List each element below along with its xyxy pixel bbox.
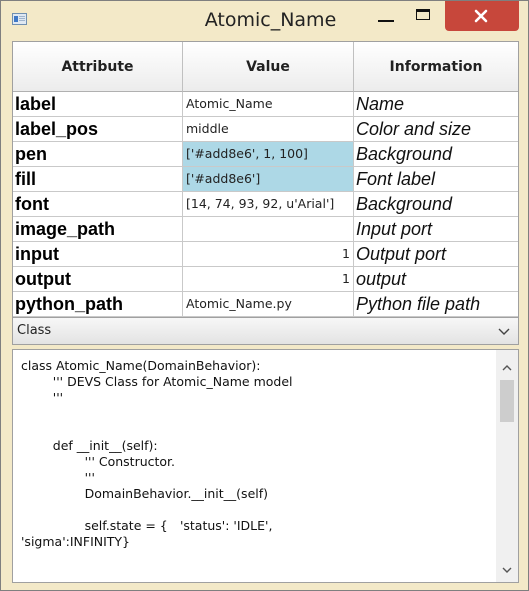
information-cell: Output port	[354, 242, 518, 267]
table-row[interactable]: input 1 Output port	[13, 242, 518, 267]
information-cell: Background	[354, 192, 518, 217]
information-cell: Color and size	[354, 117, 518, 142]
information-cell: output	[354, 267, 518, 292]
value-cell[interactable]: middle	[183, 117, 354, 142]
table-row[interactable]: output 1 output	[13, 267, 518, 292]
column-header-information[interactable]: Information	[354, 42, 518, 92]
attribute-cell: image_path	[13, 217, 183, 242]
information-cell: Input port	[354, 217, 518, 242]
value-cell[interactable]: Atomic_Name	[183, 92, 354, 117]
attribute-cell: output	[13, 267, 183, 292]
information-cell: Python file path	[354, 292, 518, 317]
code-text[interactable]: class Atomic_Name(DomainBehavior): ''' D…	[21, 358, 493, 550]
code-scrollbar[interactable]	[496, 350, 518, 582]
maximize-button[interactable]	[412, 5, 438, 31]
information-cell: Background	[354, 142, 518, 167]
table-row[interactable]: image_path Input port	[13, 217, 518, 242]
value-cell[interactable]: ['#add8e6']	[183, 167, 354, 192]
properties-window: Atomic_Name Attribute Value Information …	[0, 0, 529, 591]
class-selector[interactable]: Class	[12, 318, 519, 345]
attribute-cell: input	[13, 242, 183, 267]
close-button[interactable]	[445, 1, 519, 31]
table-row[interactable]: font [14, 74, 93, 92, u'Arial'] Background	[13, 192, 518, 217]
scroll-down-icon[interactable]	[502, 566, 512, 574]
value-cell[interactable]: [14, 74, 93, 92, u'Arial']	[183, 192, 354, 217]
attribute-cell: fill	[13, 167, 183, 192]
information-cell: Font label	[354, 167, 518, 192]
information-cell: Name	[354, 92, 518, 117]
table-row[interactable]: fill ['#add8e6'] Font label	[13, 167, 518, 192]
code-editor[interactable]: class Atomic_Name(DomainBehavior): ''' D…	[12, 349, 519, 583]
attribute-cell: python_path	[13, 292, 183, 317]
table-row[interactable]: label_pos middle Color and size	[13, 117, 518, 142]
class-selector-value: Class	[17, 323, 52, 338]
value-cell[interactable]: ['#add8e6', 1, 100]	[183, 142, 354, 167]
minimize-button[interactable]	[373, 5, 399, 31]
close-icon	[474, 9, 488, 23]
value-cell[interactable]: Atomic_Name.py	[183, 292, 354, 317]
attribute-cell: pen	[13, 142, 183, 167]
value-cell[interactable]: 1	[183, 267, 354, 292]
attributes-grid: Attribute Value Information label Atomic_…	[12, 41, 519, 318]
column-header-attribute[interactable]: Attribute	[13, 42, 183, 92]
chevron-down-icon	[498, 328, 510, 335]
value-cell[interactable]: 1	[183, 242, 354, 267]
column-header-value[interactable]: Value	[183, 42, 354, 92]
table-row[interactable]: pen ['#add8e6', 1, 100] Background	[13, 142, 518, 167]
table-row[interactable]: python_path Atomic_Name.py Python file pat…	[13, 292, 518, 317]
scroll-up-icon[interactable]	[502, 364, 512, 372]
attribute-cell: label_pos	[13, 117, 183, 142]
attribute-cell: font	[13, 192, 183, 217]
table-row[interactable]: label Atomic_Name Name	[13, 92, 518, 117]
attribute-cell: label	[13, 92, 183, 117]
title-bar[interactable]: Atomic_Name	[1, 1, 528, 40]
value-cell[interactable]	[183, 217, 354, 242]
scrollbar-thumb[interactable]	[500, 380, 514, 422]
